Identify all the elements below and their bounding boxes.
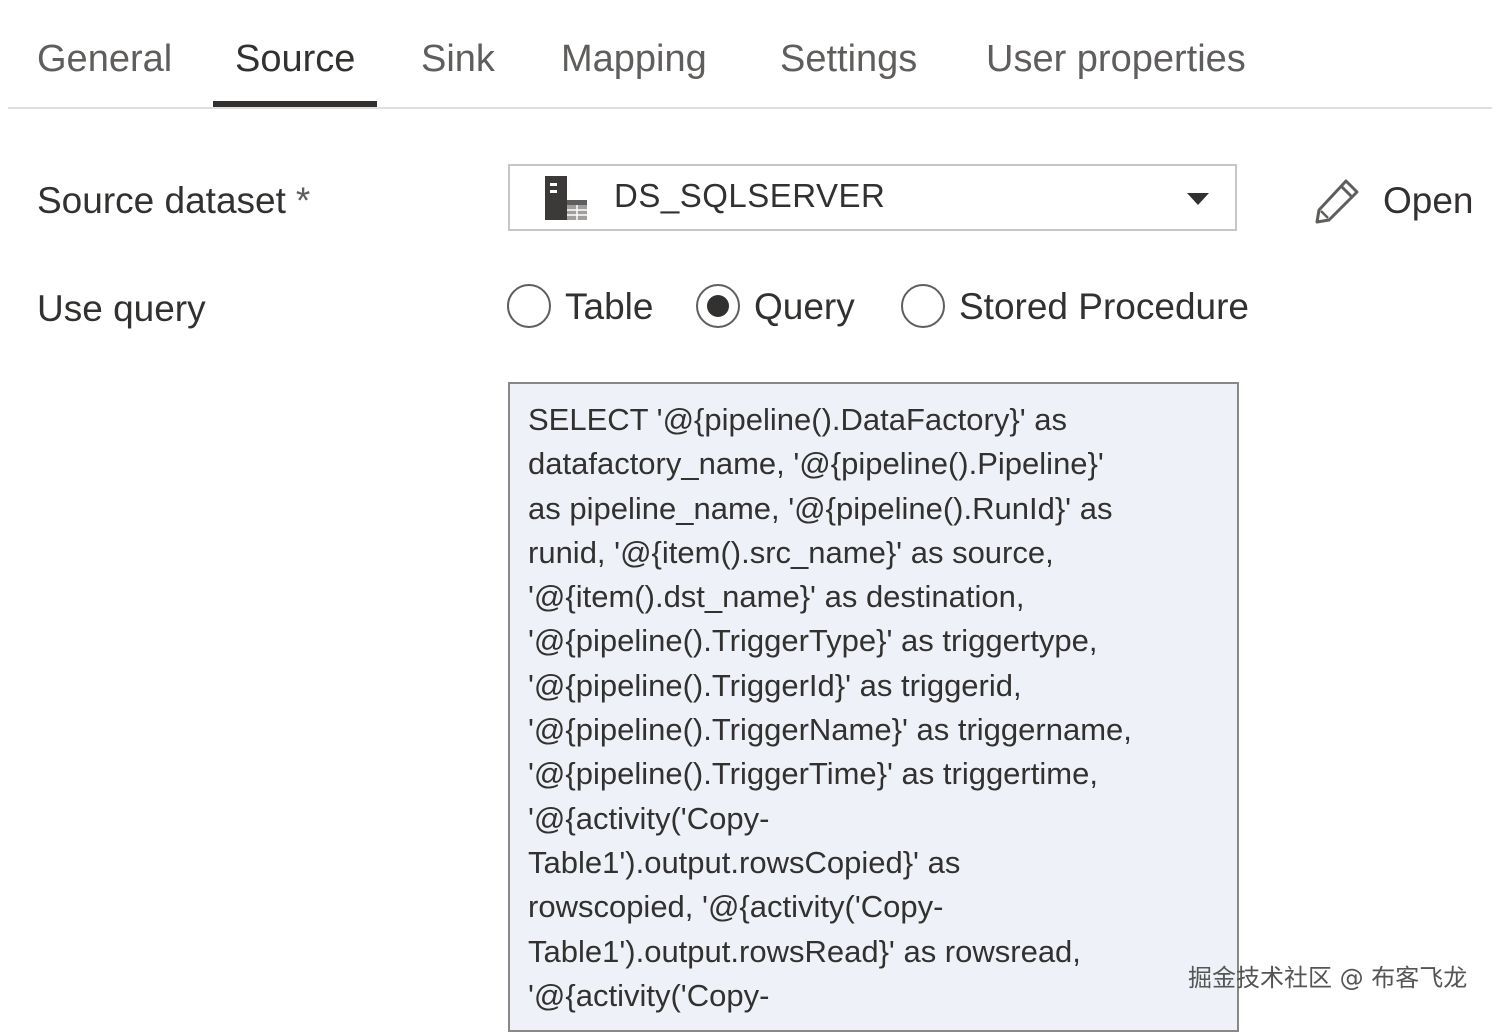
tab-user-properties[interactable]: User properties <box>986 36 1246 82</box>
radio-selected-dot <box>707 295 729 317</box>
tab-mapping[interactable]: Mapping <box>561 36 707 82</box>
query-editor[interactable]: SELECT '@{pipeline().DataFactory}' as da… <box>508 382 1239 1032</box>
source-dataset-label: Source dataset * <box>37 180 310 222</box>
query-text[interactable]: SELECT '@{pipeline().DataFactory}' as da… <box>528 398 1218 1018</box>
tab-settings[interactable]: Settings <box>780 36 917 82</box>
required-marker: * <box>295 180 311 221</box>
radio-table-label: Table <box>565 286 654 327</box>
tab-bar: General Source Sink Mapping Settings Use… <box>0 0 1500 110</box>
open-label: Open <box>1383 180 1474 221</box>
watermark: 掘金技术社区 @ 布客飞龙 <box>1188 964 1468 992</box>
radio-circle <box>507 284 551 328</box>
tab-source[interactable]: Source <box>235 36 355 82</box>
pencil-icon <box>1315 179 1359 224</box>
radio-stored-procedure-label: Stored Procedure <box>959 286 1250 327</box>
tab-general[interactable]: General <box>37 36 172 82</box>
dataset-value: DS_SQLSERVER <box>614 177 886 214</box>
chevron-down-icon <box>1187 193 1209 205</box>
radio-circle-selected <box>696 284 740 328</box>
tab-bar-divider <box>8 107 1492 109</box>
radio-query-label: Query <box>754 286 855 327</box>
use-query-label: Use query <box>37 288 206 329</box>
source-dataset-label-text: Source dataset <box>37 180 286 221</box>
tab-sink[interactable]: Sink <box>421 36 495 82</box>
source-dataset-dropdown[interactable]: DS_SQLSERVER <box>508 164 1237 231</box>
sql-database-icon <box>545 176 587 220</box>
radio-circle <box>901 284 945 328</box>
